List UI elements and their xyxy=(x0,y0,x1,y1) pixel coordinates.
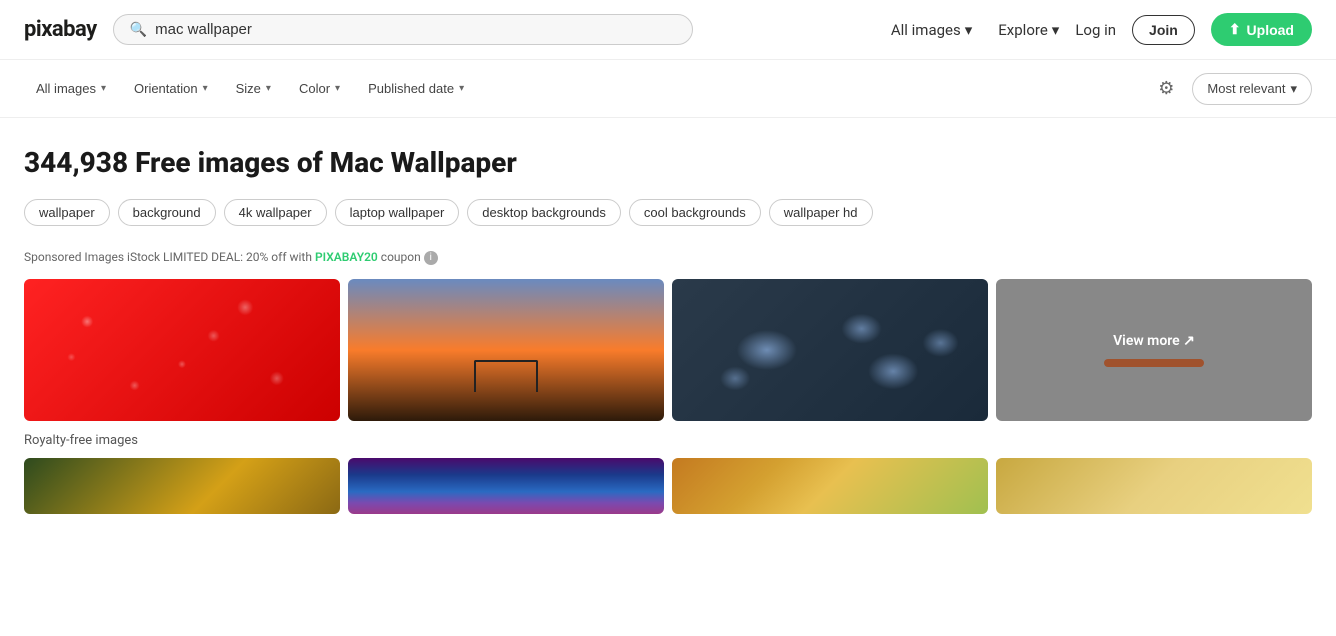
chevron-down-icon: ▾ xyxy=(203,83,208,94)
royalty-image-1[interactable] xyxy=(24,458,340,514)
image-storm-clouds xyxy=(348,458,664,514)
sponsored-image-grid: View more ↗ xyxy=(24,279,1312,421)
sponsored-image-2[interactable] xyxy=(348,279,664,421)
all-images-filter-label: All images xyxy=(36,81,96,96)
login-button[interactable]: Log in xyxy=(1075,21,1116,39)
chevron-down-icon: ▾ xyxy=(101,83,106,94)
header-right: All images ▾ Explore ▾ Log in Join ⬆ Upl… xyxy=(881,13,1312,46)
sponsored-text: Sponsored Images iStock LIMITED DEAL: 20… xyxy=(24,250,312,264)
size-filter[interactable]: Size ▾ xyxy=(224,75,283,102)
sponsored-suffix-text: coupon xyxy=(381,250,421,264)
chevron-down-icon: ▾ xyxy=(459,83,464,94)
chevron-down-icon: ▾ xyxy=(266,83,271,94)
gear-icon: ⚙ xyxy=(1158,78,1174,98)
upload-button[interactable]: ⬆ Upload xyxy=(1211,13,1312,46)
view-more-text: View more ↗ xyxy=(1113,333,1195,349)
view-more-card[interactable]: View more ↗ xyxy=(996,279,1312,421)
promo-code: PIXABAY20 xyxy=(315,250,378,264)
logo[interactable]: pixabay xyxy=(24,17,97,42)
chevron-down-icon: ▾ xyxy=(1052,21,1060,39)
search-icon: 🔍 xyxy=(130,22,147,38)
info-icon[interactable]: i xyxy=(424,251,438,265)
filter-bar: All images ▾ Orientation ▾ Size ▾ Color … xyxy=(0,60,1336,118)
sponsored-image-3[interactable] xyxy=(672,279,988,421)
tag-desktop-backgrounds[interactable]: desktop backgrounds xyxy=(467,199,621,226)
orientation-label: Orientation xyxy=(134,81,198,96)
image-jeep-sunset xyxy=(348,279,664,421)
filter-right: ⚙ Most relevant ▾ xyxy=(1152,72,1312,105)
color-label: Color xyxy=(299,81,330,96)
image-red-drops xyxy=(24,279,340,421)
tag-wallpaper[interactable]: wallpaper xyxy=(24,199,110,226)
tag-background[interactable]: background xyxy=(118,199,216,226)
view-more-bar xyxy=(1104,359,1204,367)
image-wheat xyxy=(996,458,1312,514)
page-title: 344,938 Free images of Mac Wallpaper xyxy=(24,146,1312,179)
royalty-image-3[interactable] xyxy=(672,458,988,514)
chevron-down-icon: ▾ xyxy=(335,83,340,94)
all-images-filter[interactable]: All images ▾ xyxy=(24,75,118,102)
sponsored-image-1[interactable] xyxy=(24,279,340,421)
image-water-drops xyxy=(672,279,988,421)
published-date-label: Published date xyxy=(368,81,454,96)
join-button[interactable]: Join xyxy=(1132,15,1195,45)
search-bar: 🔍 xyxy=(113,14,693,45)
royalty-image-4[interactable] xyxy=(996,458,1312,514)
tag-laptop-wallpaper[interactable]: laptop wallpaper xyxy=(335,199,460,226)
explore-dropdown[interactable]: Explore ▾ xyxy=(998,21,1059,39)
image-nature-gold xyxy=(24,458,340,514)
all-images-dropdown[interactable]: All images ▾ xyxy=(881,15,982,45)
royalty-free-image-grid xyxy=(24,458,1312,514)
royalty-free-label: Royalty-free images xyxy=(24,433,1312,448)
sort-dropdown[interactable]: Most relevant ▾ xyxy=(1192,73,1312,105)
image-blur-warm xyxy=(672,458,988,514)
all-images-label: All images xyxy=(891,21,961,39)
sort-label: Most relevant xyxy=(1207,81,1285,96)
tag-4k-wallpaper[interactable]: 4k wallpaper xyxy=(224,199,327,226)
search-input[interactable] xyxy=(155,21,676,38)
upload-icon: ⬆ xyxy=(1229,21,1241,38)
header: pixabay 🔍 All images ▾ Explore ▾ Log in … xyxy=(0,0,1336,60)
settings-button[interactable]: ⚙ xyxy=(1152,72,1180,105)
size-label: Size xyxy=(236,81,261,96)
main-content: 344,938 Free images of Mac Wallpaper wal… xyxy=(0,118,1336,514)
upload-label: Upload xyxy=(1247,22,1294,38)
chevron-down-icon: ▾ xyxy=(1290,81,1297,97)
sponsored-bar: Sponsored Images iStock LIMITED DEAL: 20… xyxy=(24,250,1312,265)
tag-cool-backgrounds[interactable]: cool backgrounds xyxy=(629,199,761,226)
royalty-image-2[interactable] xyxy=(348,458,664,514)
chevron-down-icon: ▾ xyxy=(965,21,973,39)
published-date-filter[interactable]: Published date ▾ xyxy=(356,75,476,102)
tag-list: wallpaper background 4k wallpaper laptop… xyxy=(24,199,1312,226)
color-filter[interactable]: Color ▾ xyxy=(287,75,352,102)
explore-label: Explore xyxy=(998,21,1048,39)
tag-wallpaper-hd[interactable]: wallpaper hd xyxy=(769,199,873,226)
orientation-filter[interactable]: Orientation ▾ xyxy=(122,75,220,102)
